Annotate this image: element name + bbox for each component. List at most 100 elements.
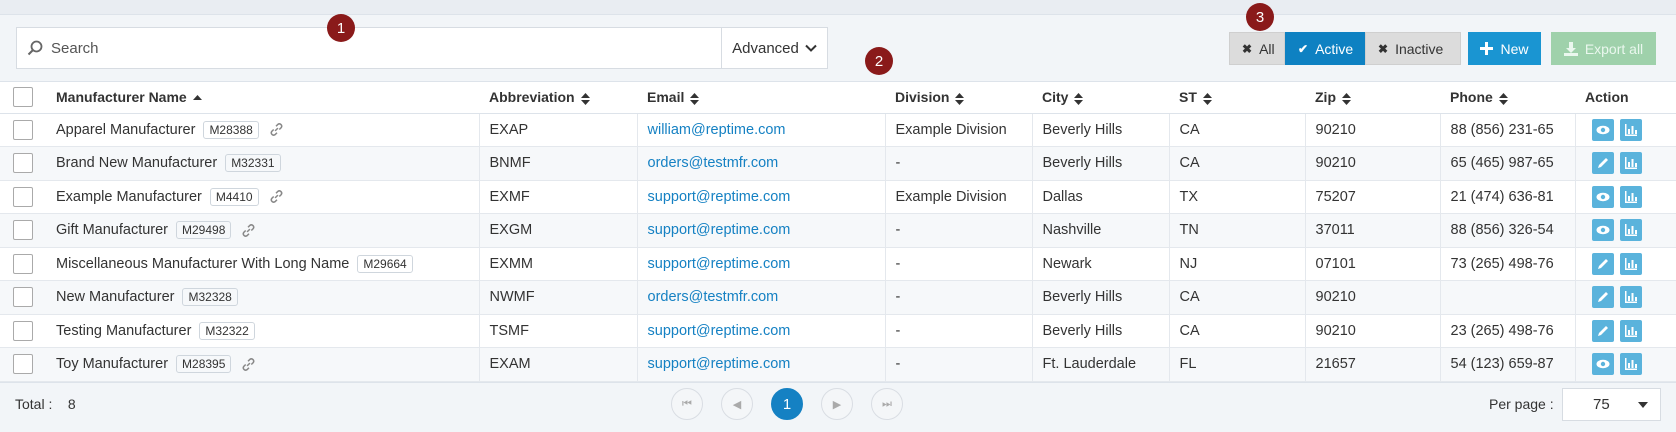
select-all-checkbox[interactable] [13,87,33,108]
row-checkbox[interactable] [13,220,33,241]
stats-button[interactable] [1619,319,1642,342]
row-checkbox[interactable] [13,287,33,308]
abbreviation-cell: EXAM [479,347,638,382]
stats-button[interactable] [1619,152,1642,175]
city-cell: Beverly Hills [1032,146,1170,181]
new-button[interactable]: New [1468,32,1541,65]
table-row: New Manufacturer M32328 NWMF orders@testmfr… [0,280,1676,315]
edit-button[interactable] [1591,286,1614,309]
edit-button[interactable] [1591,319,1614,342]
email-link[interactable]: william@reptime.com [648,122,786,138]
abbreviation-cell: NWMF [479,280,638,315]
next-page-button[interactable]: ▶ [821,388,853,420]
zip-cell: 37011 [1305,213,1441,248]
edit-button[interactable] [1591,252,1614,275]
stats-button[interactable] [1619,185,1642,208]
view-button[interactable] [1591,185,1614,208]
manufacturer-name-cell: Apparel Manufacturer M28388 [46,113,480,147]
table-row: Brand New Manufacturer M32331 BNMF orders@t… [0,146,1676,181]
total-count: Total : 8 [15,396,76,412]
prev-page-button[interactable]: ◀ [721,388,753,420]
filter-active-button[interactable]: ✔ Active [1285,32,1365,65]
email-link[interactable]: support@reptime.com [648,189,791,205]
column-header-abbreviation[interactable]: Abbreviation [479,82,637,114]
advanced-button[interactable]: Advanced [721,28,827,68]
filter-inactive-button[interactable]: ✖ Inactive [1365,32,1461,65]
manufacturer-name[interactable]: Apparel Manufacturer [56,122,195,138]
row-checkbox[interactable] [13,354,33,375]
email-link[interactable]: orders@testmfr.com [648,289,779,305]
row-checkbox[interactable] [13,153,33,174]
pagination: ⏮ ◀ 1 ▶ ⏭ [671,388,903,420]
action-cell [1575,113,1676,147]
stats-button[interactable] [1619,219,1642,242]
last-page-button[interactable]: ⏭ [871,388,903,420]
action-cell [1575,314,1676,348]
email-link[interactable]: support@reptime.com [648,222,791,238]
column-header-email[interactable]: Email [637,82,885,114]
first-page-button[interactable]: ⏮ [671,388,703,420]
link-icon[interactable] [269,189,284,204]
chevron-left-icon: ◀ [732,398,742,411]
manufacturer-name[interactable]: Brand New Manufacturer [56,155,217,171]
column-header-zip[interactable]: Zip [1305,82,1440,114]
filter-all-button[interactable]: ✖ All [1229,32,1285,65]
phone-cell: 88 (856) 326-54 [1440,213,1576,248]
row-checkbox[interactable] [13,253,33,274]
plus-icon [1480,42,1494,55]
view-button[interactable] [1591,118,1614,141]
column-header-city[interactable]: City [1032,82,1169,114]
bar-chart-icon [1624,324,1638,338]
column-header-name[interactable]: Manufacturer Name [46,82,479,114]
eye-icon [1596,357,1610,371]
email-link[interactable]: support@reptime.com [648,256,791,272]
manufacturer-name[interactable]: Testing Manufacturer [56,323,191,339]
search-field[interactable] [17,28,721,68]
annotation-badge-2: 2 [865,47,893,75]
row-checkbox[interactable] [13,186,33,207]
manufacturer-name[interactable]: Toy Manufacturer [56,356,168,372]
per-page-select[interactable]: 75 [1562,388,1661,421]
row-checkbox[interactable] [13,119,33,140]
email-link[interactable]: support@reptime.com [648,323,791,339]
phone-cell: 23 (265) 498-76 [1440,314,1576,348]
annotation-badge-1: 1 [327,14,355,42]
stats-button[interactable] [1619,286,1642,309]
export-all-button[interactable]: Export all [1551,32,1656,65]
column-header-state[interactable]: ST [1169,82,1305,114]
table-body: Apparel Manufacturer M28388 EXAP william@re… [0,113,1676,382]
link-icon[interactable] [241,357,256,372]
view-button[interactable] [1591,219,1614,242]
column-header-division[interactable]: Division [885,82,1032,114]
column-header-action: Action [1575,82,1676,114]
email-link[interactable]: support@reptime.com [648,356,791,372]
row-checkbox[interactable] [13,320,33,341]
column-header-phone[interactable]: Phone [1440,82,1575,114]
zip-cell: 90210 [1305,314,1441,348]
edit-button[interactable] [1591,152,1614,175]
sort-icon [690,92,700,105]
manufacturer-name[interactable]: Miscellaneous Manufacturer With Long Nam… [56,256,349,272]
column-header-label: Zip [1315,89,1336,106]
chevron-down-icon [805,44,817,52]
manufacturer-name[interactable]: Gift Manufacturer [56,222,168,238]
manufacturer-name[interactable]: New Manufacturer [56,289,174,305]
email-link[interactable]: orders@testmfr.com [648,155,779,171]
table-header-row: Manufacturer Name Abbreviation Email Div… [0,82,1676,114]
stats-button[interactable] [1619,353,1642,376]
close-icon: ✖ [1242,41,1253,56]
search-input[interactable] [51,39,611,57]
stats-button[interactable] [1619,118,1642,141]
sort-icon [1074,92,1084,105]
view-button[interactable] [1591,353,1614,376]
link-icon[interactable] [241,223,256,238]
pencil-icon [1596,324,1610,338]
stats-button[interactable] [1619,252,1642,275]
state-cell: CA [1169,113,1306,147]
abbreviation-cell: EXGM [479,213,638,248]
link-icon[interactable] [269,122,284,137]
table-row: Testing Manufacturer M32322 TSMF support@re… [0,314,1676,348]
manufacturer-name[interactable]: Example Manufacturer [56,189,202,205]
sort-icon [580,92,590,105]
page-1-button[interactable]: 1 [771,388,803,420]
